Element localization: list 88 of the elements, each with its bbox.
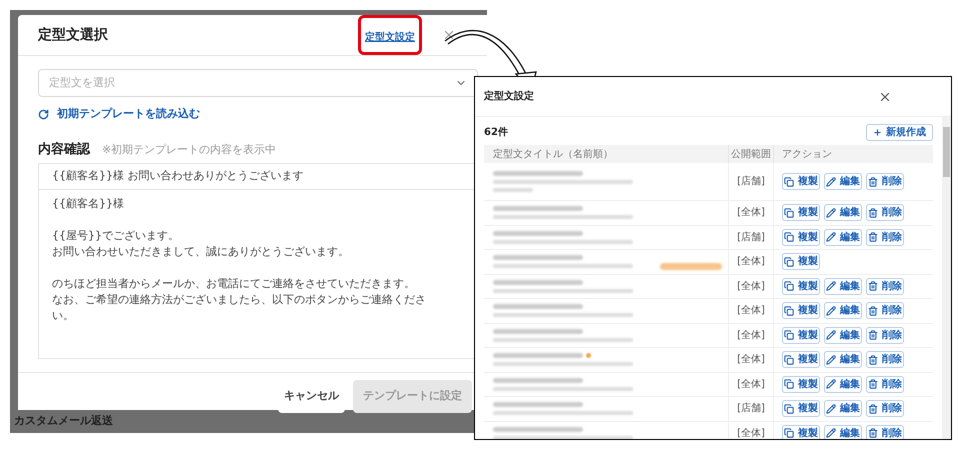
dialog-title: 定型文選択 bbox=[38, 26, 108, 44]
select-placeholder: 定型文を選択 bbox=[49, 74, 115, 91]
copy-button[interactable]: 複製 bbox=[782, 400, 820, 418]
copy-button[interactable]: 複製 bbox=[782, 253, 820, 270]
copy-icon bbox=[784, 306, 794, 316]
copy-button[interactable]: 複製 bbox=[782, 204, 820, 222]
copy-icon bbox=[784, 208, 794, 218]
pencil-icon bbox=[826, 379, 836, 390]
scope-cell: [店舗] bbox=[728, 397, 774, 420]
delete-button[interactable]: 削除 bbox=[866, 326, 904, 344]
edit-button[interactable]: 編集 bbox=[824, 278, 862, 295]
trash-icon bbox=[868, 176, 878, 186]
scope-cell: [全体] bbox=[728, 372, 774, 396]
edit-button[interactable]: 編集 bbox=[824, 376, 862, 393]
copy-icon bbox=[784, 354, 794, 365]
copy-button[interactable]: 複製 bbox=[782, 278, 820, 295]
trash-icon bbox=[868, 208, 878, 218]
settings-link[interactable]: 定型文設定 bbox=[365, 32, 415, 43]
trash-icon bbox=[868, 281, 878, 292]
delete-button[interactable]: 削除 bbox=[866, 173, 904, 190]
trash-icon bbox=[868, 232, 878, 242]
copy-icon bbox=[784, 404, 794, 414]
scope-cell: [全体] bbox=[728, 299, 774, 322]
copy-button[interactable]: 複製 bbox=[782, 376, 820, 393]
pencil-icon bbox=[826, 330, 836, 340]
trash-icon bbox=[868, 428, 878, 438]
scope-cell: [全体] bbox=[728, 201, 774, 224]
edit-button[interactable]: 編集 bbox=[824, 204, 862, 222]
dialog-title: 定型文設定 bbox=[484, 89, 534, 104]
trash-icon bbox=[868, 354, 878, 365]
scope-cell: [全体] bbox=[728, 422, 774, 439]
reload-template-link[interactable]: 初期テンプレートを読み込む bbox=[38, 106, 478, 122]
pencil-icon bbox=[826, 208, 836, 218]
scope-cell: [全体] bbox=[728, 250, 774, 274]
pencil-icon bbox=[826, 404, 836, 414]
edit-button[interactable]: 編集 bbox=[824, 400, 862, 418]
delete-button[interactable]: 削除 bbox=[866, 302, 904, 320]
copy-button[interactable]: 複製 bbox=[782, 173, 820, 190]
delete-button[interactable]: 削除 bbox=[866, 376, 904, 393]
scope-cell: [全体] bbox=[728, 348, 774, 372]
copy-icon bbox=[784, 379, 794, 390]
pencil-icon bbox=[826, 232, 836, 242]
trash-icon bbox=[868, 404, 878, 414]
column-header: アクション bbox=[781, 148, 833, 162]
delete-button[interactable]: 削除 bbox=[866, 278, 904, 295]
section-note: ※初期テンプレートの内容を表示中 bbox=[102, 142, 276, 158]
scope-cell: [店舗] bbox=[728, 226, 774, 249]
close-icon[interactable] bbox=[442, 28, 456, 42]
reload-icon bbox=[38, 108, 49, 120]
plus-icon bbox=[873, 128, 882, 137]
copy-button[interactable]: 複製 bbox=[782, 326, 820, 344]
pencil-icon bbox=[826, 354, 836, 365]
delete-button[interactable]: 削除 bbox=[866, 351, 904, 368]
copy-icon bbox=[784, 256, 794, 267]
scope-cell: [全体] bbox=[728, 324, 774, 347]
pencil-icon bbox=[826, 306, 836, 316]
pencil-icon bbox=[826, 176, 836, 186]
item-count: 62件 bbox=[484, 126, 508, 140]
edit-button[interactable]: 編集 bbox=[824, 326, 862, 344]
copy-button[interactable]: 複製 bbox=[782, 424, 820, 439]
trash-icon bbox=[868, 379, 878, 390]
edit-button[interactable]: 編集 bbox=[824, 424, 862, 439]
trash-icon bbox=[868, 330, 878, 340]
column-header: 定型文タイトル（名前順） bbox=[492, 148, 614, 162]
copy-icon bbox=[784, 428, 794, 438]
copy-button[interactable]: 複製 bbox=[782, 351, 820, 368]
delete-button[interactable]: 削除 bbox=[866, 204, 904, 222]
delete-button[interactable]: 削除 bbox=[866, 228, 904, 246]
scope-cell: [全体] bbox=[728, 274, 774, 298]
copy-icon bbox=[784, 176, 794, 186]
delete-button[interactable]: 削除 bbox=[866, 400, 904, 418]
edit-button[interactable]: 編集 bbox=[824, 351, 862, 368]
copy-button[interactable]: 複製 bbox=[782, 228, 820, 246]
section-heading: 内容確認 bbox=[38, 140, 90, 158]
pencil-icon bbox=[826, 281, 836, 292]
new-template-button[interactable]: 新規作成 bbox=[866, 124, 933, 141]
copy-icon bbox=[784, 232, 794, 242]
edit-button[interactable]: 編集 bbox=[824, 302, 862, 320]
edit-button[interactable]: 編集 bbox=[824, 228, 862, 246]
trash-icon bbox=[868, 306, 878, 316]
pencil-icon bbox=[826, 428, 836, 438]
delete-button[interactable]: 削除 bbox=[866, 424, 904, 439]
background-page-caption: カスタムメール返送 bbox=[14, 413, 113, 429]
edit-button[interactable]: 編集 bbox=[824, 173, 862, 190]
scope-cell: [店舗] bbox=[728, 163, 774, 200]
copy-icon bbox=[784, 281, 794, 292]
copy-button[interactable]: 複製 bbox=[782, 302, 820, 320]
copy-icon bbox=[784, 330, 794, 340]
